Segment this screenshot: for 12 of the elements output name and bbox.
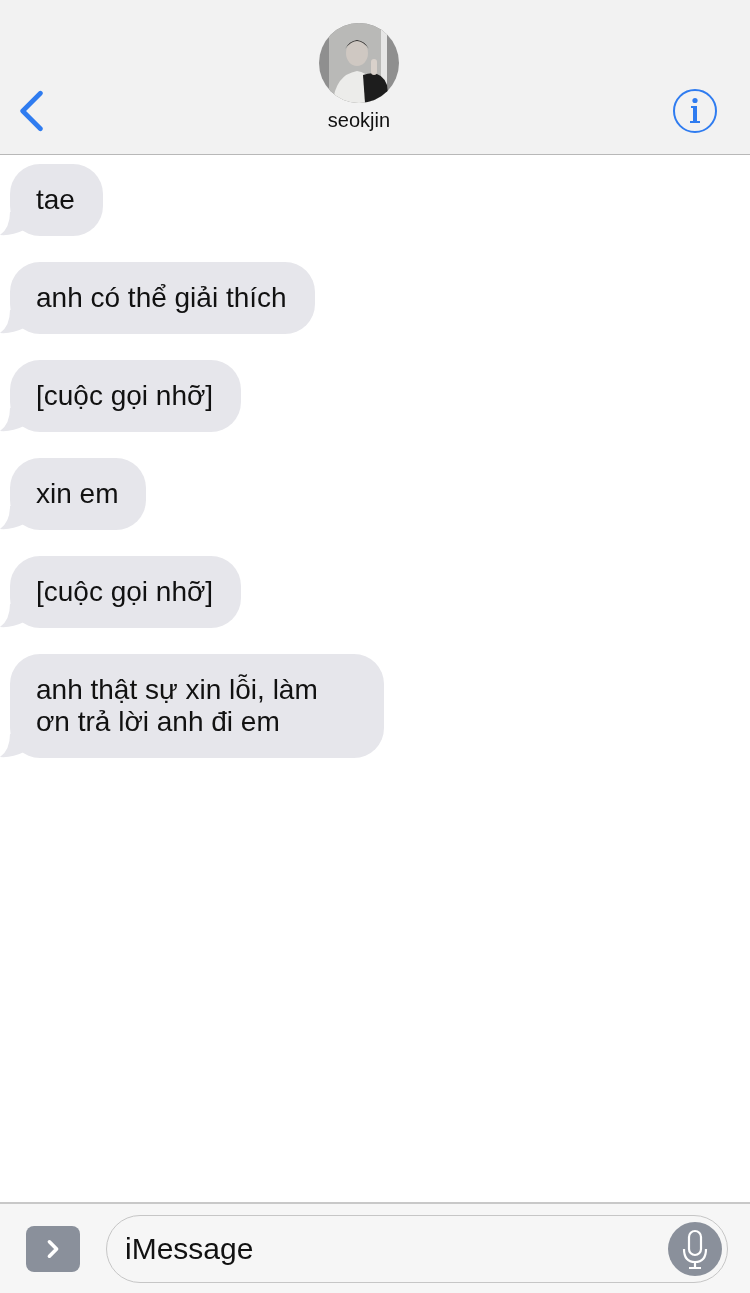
microphone-icon[interactable] (668, 1221, 722, 1276)
bubble-tail (0, 310, 24, 334)
message-field[interactable]: iMessage (106, 1214, 728, 1283)
bubble-tail (0, 408, 24, 432)
bubble-tail (0, 734, 24, 758)
bubble-tail (0, 506, 24, 530)
bubble-tail (0, 212, 24, 236)
expand-button[interactable] (26, 1225, 80, 1272)
back-icon[interactable] (18, 90, 46, 132)
bubble-tail (0, 604, 24, 628)
info-icon[interactable] (672, 88, 718, 134)
contact-name[interactable]: seokjin (327, 109, 391, 132)
